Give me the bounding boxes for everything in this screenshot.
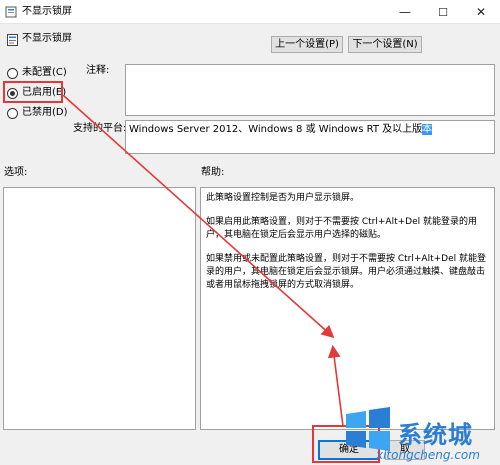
brand-name: 系统城 xyxy=(398,421,473,449)
brand-url: xitongcheng.com xyxy=(376,448,480,462)
annotation-arrows xyxy=(63,95,344,427)
arrow-enabled-to-help xyxy=(63,95,335,339)
brand-logo-icon xyxy=(346,407,390,451)
